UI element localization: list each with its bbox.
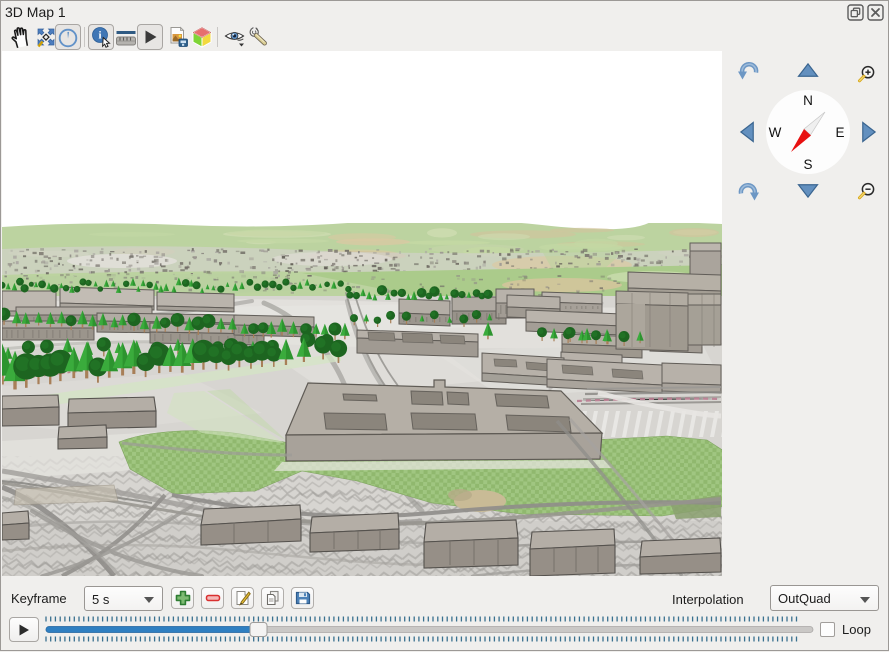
- svg-text:i: i: [98, 30, 101, 42]
- svg-text:S: S: [803, 157, 812, 172]
- svg-text:E: E: [835, 125, 844, 140]
- svg-text:W: W: [769, 125, 782, 140]
- svg-text:N: N: [803, 93, 813, 108]
